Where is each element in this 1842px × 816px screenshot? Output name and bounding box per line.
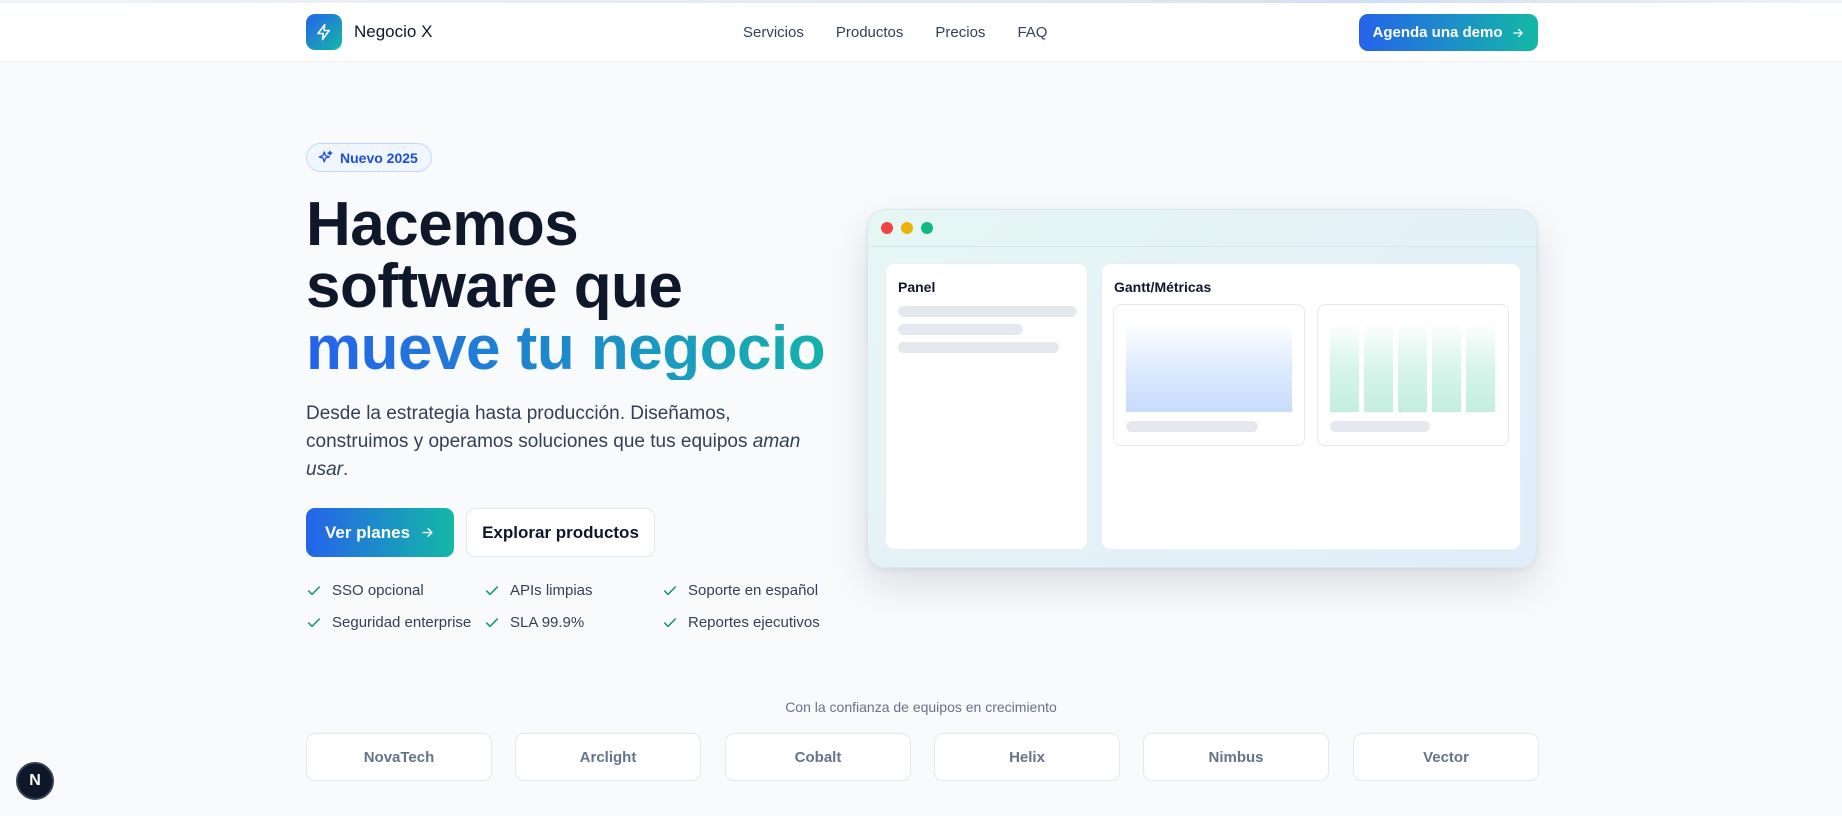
dashboard-mockup: Panel Gantt/Métricas: [867, 209, 1537, 568]
skeleton-line: [898, 324, 1023, 335]
nav-link-faq[interactable]: FAQ: [1017, 24, 1047, 41]
nav-link-precios[interactable]: Precios: [935, 24, 985, 41]
bar-column: [1330, 322, 1359, 412]
client-logo-cobalt: Cobalt: [725, 733, 911, 781]
area-fill: [1126, 322, 1292, 412]
hero-title: Hacemos software que mueve tu negocio: [306, 194, 866, 380]
hero-description-text: Desde la estrategia hasta producción. Di…: [306, 403, 753, 452]
skeleton-line: [898, 342, 1059, 353]
skeleton-line: [898, 306, 1077, 317]
nav-link-servicios[interactable]: Servicios: [743, 24, 804, 41]
feature-label: Seguridad enterprise: [332, 614, 472, 631]
gantt-title: Gantt/Métricas: [1114, 279, 1212, 295]
check-icon: [307, 585, 321, 595]
feature-label: Soporte en español: [688, 582, 819, 599]
client-logo-vector: Vector: [1353, 733, 1539, 781]
skeleton-line: [1330, 421, 1430, 432]
mini-chart-bars: [1317, 304, 1509, 446]
client-logo-nimbus: Nimbus: [1143, 733, 1329, 781]
check-icon: [307, 617, 321, 627]
nav-link-productos[interactable]: Productos: [836, 24, 904, 41]
brand[interactable]: Negocio X: [306, 14, 432, 50]
feature-item: APIs limpias: [484, 582, 593, 599]
explore-products-button[interactable]: Explorar productos: [466, 508, 655, 557]
new-badge: Nuevo 2025: [306, 143, 432, 172]
top-navbar: Negocio X Servicios Productos Precios FA…: [0, 3, 1842, 62]
dev-tools-badge[interactable]: N: [16, 762, 54, 800]
feature-label: APIs limpias: [510, 582, 593, 599]
new-badge-label: Nuevo 2025: [340, 149, 418, 166]
window-divider: [868, 246, 1536, 247]
feature-item: SSO opcional: [306, 582, 424, 599]
check-icon: [485, 585, 499, 595]
hero-title-highlight: mueve tu negocio: [306, 318, 866, 380]
nav-links: Servicios Productos Precios FAQ: [743, 3, 1047, 62]
feature-label: SLA 99.9%: [510, 614, 585, 631]
bar-column: [1466, 322, 1495, 412]
schedule-demo-label: Agenda una demo: [1372, 24, 1503, 41]
view-plans-button[interactable]: Ver planes: [306, 508, 454, 557]
feature-label: SSO opcional: [332, 582, 424, 599]
window-dot-red: [881, 222, 893, 234]
arrow-right-icon: [1512, 28, 1523, 37]
brand-name: Negocio X: [354, 22, 433, 41]
client-logo-arclight: Arclight: [515, 733, 701, 781]
check-icon: [485, 617, 499, 627]
bar-column: [1364, 322, 1393, 412]
trust-label: Con la confianza de equipos en crecimien…: [785, 699, 1057, 715]
client-logo-novatech: NovaTech: [306, 733, 492, 781]
arrow-right-icon: [422, 528, 433, 537]
hero-title-line-2: software que: [306, 252, 683, 321]
feature-item: SLA 99.9%: [484, 614, 584, 631]
mock-panel-card: Panel: [885, 263, 1088, 550]
feature-item: Soporte en español: [662, 582, 818, 599]
skeleton-line: [1126, 421, 1258, 432]
client-logo-helix: Helix: [934, 733, 1120, 781]
check-icon: [663, 585, 677, 595]
view-plans-label: Ver planes: [324, 522, 411, 542]
check-icon: [663, 617, 677, 627]
schedule-demo-button[interactable]: Agenda una demo: [1359, 14, 1538, 51]
lightning-icon: [306, 14, 342, 50]
window-controls: [881, 222, 933, 234]
hero-description: Desde la estrategia hasta producción. Di…: [306, 400, 836, 484]
mini-chart-area: [1113, 304, 1305, 446]
feature-item: Seguridad enterprise: [306, 614, 471, 631]
window-dot-yellow: [901, 222, 913, 234]
sparkles-icon: [318, 150, 333, 163]
window-dot-green: [921, 222, 933, 234]
hero-description-end: .: [342, 459, 349, 480]
bar-column: [1432, 322, 1461, 412]
feature-item: Reportes ejecutivos: [662, 614, 820, 631]
feature-label: Reportes ejecutivos: [688, 614, 820, 631]
panel-title: Panel: [898, 279, 936, 295]
mock-gantt-card: Gantt/Métricas: [1101, 263, 1521, 550]
hero-title-line-1: Hacemos: [306, 190, 579, 259]
bar-column: [1398, 322, 1427, 412]
